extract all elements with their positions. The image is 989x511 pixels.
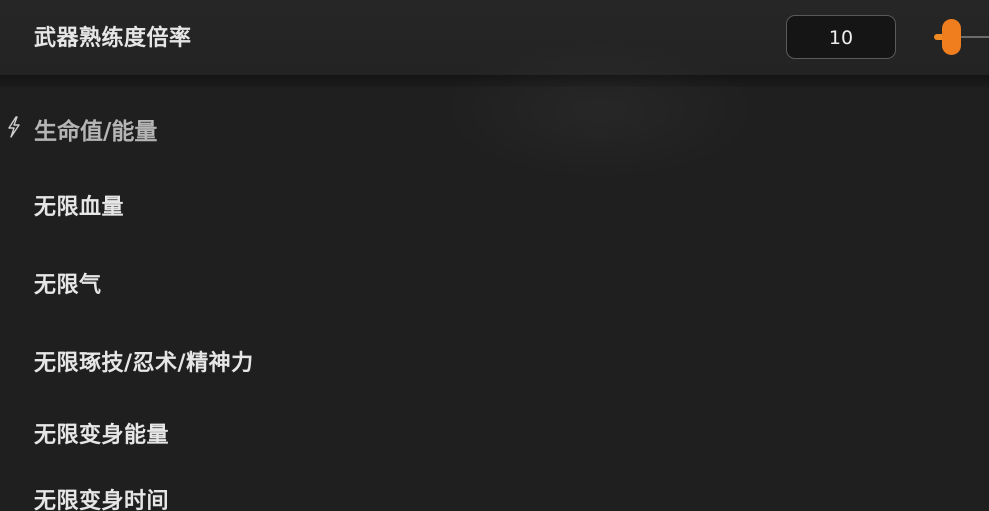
background-emblem — [440, 40, 760, 180]
toggle-item-infinite-health[interactable]: 无限血量 — [34, 189, 124, 221]
weapon-multiplier-input[interactable]: 10 — [786, 15, 896, 59]
weapon-multiplier-slider[interactable] — [932, 18, 989, 58]
section-header-health-energy: 生命值/能量 — [0, 106, 400, 146]
toggle-item-infinite-qi[interactable]: 无限气 — [34, 267, 102, 299]
weapon-multiplier-label: 武器熟练度倍率 — [34, 26, 192, 51]
cheat-panel: 武器熟练度倍率 10 生命值/能量 无限血量 无限气 无限琢技/忍术/精神力 无… — [0, 0, 989, 511]
slider-thumb[interactable] — [942, 19, 961, 55]
toggle-item-infinite-transform-time[interactable]: 无限变身时间 — [34, 483, 169, 511]
toggle-item-infinite-ninjutsu[interactable]: 无限琢技/忍术/精神力 — [34, 345, 254, 377]
section-title: 生命值/能量 — [34, 119, 158, 145]
lightning-bolt-icon — [6, 116, 22, 138]
toggle-item-infinite-transform-energy[interactable]: 无限变身能量 — [34, 417, 169, 449]
